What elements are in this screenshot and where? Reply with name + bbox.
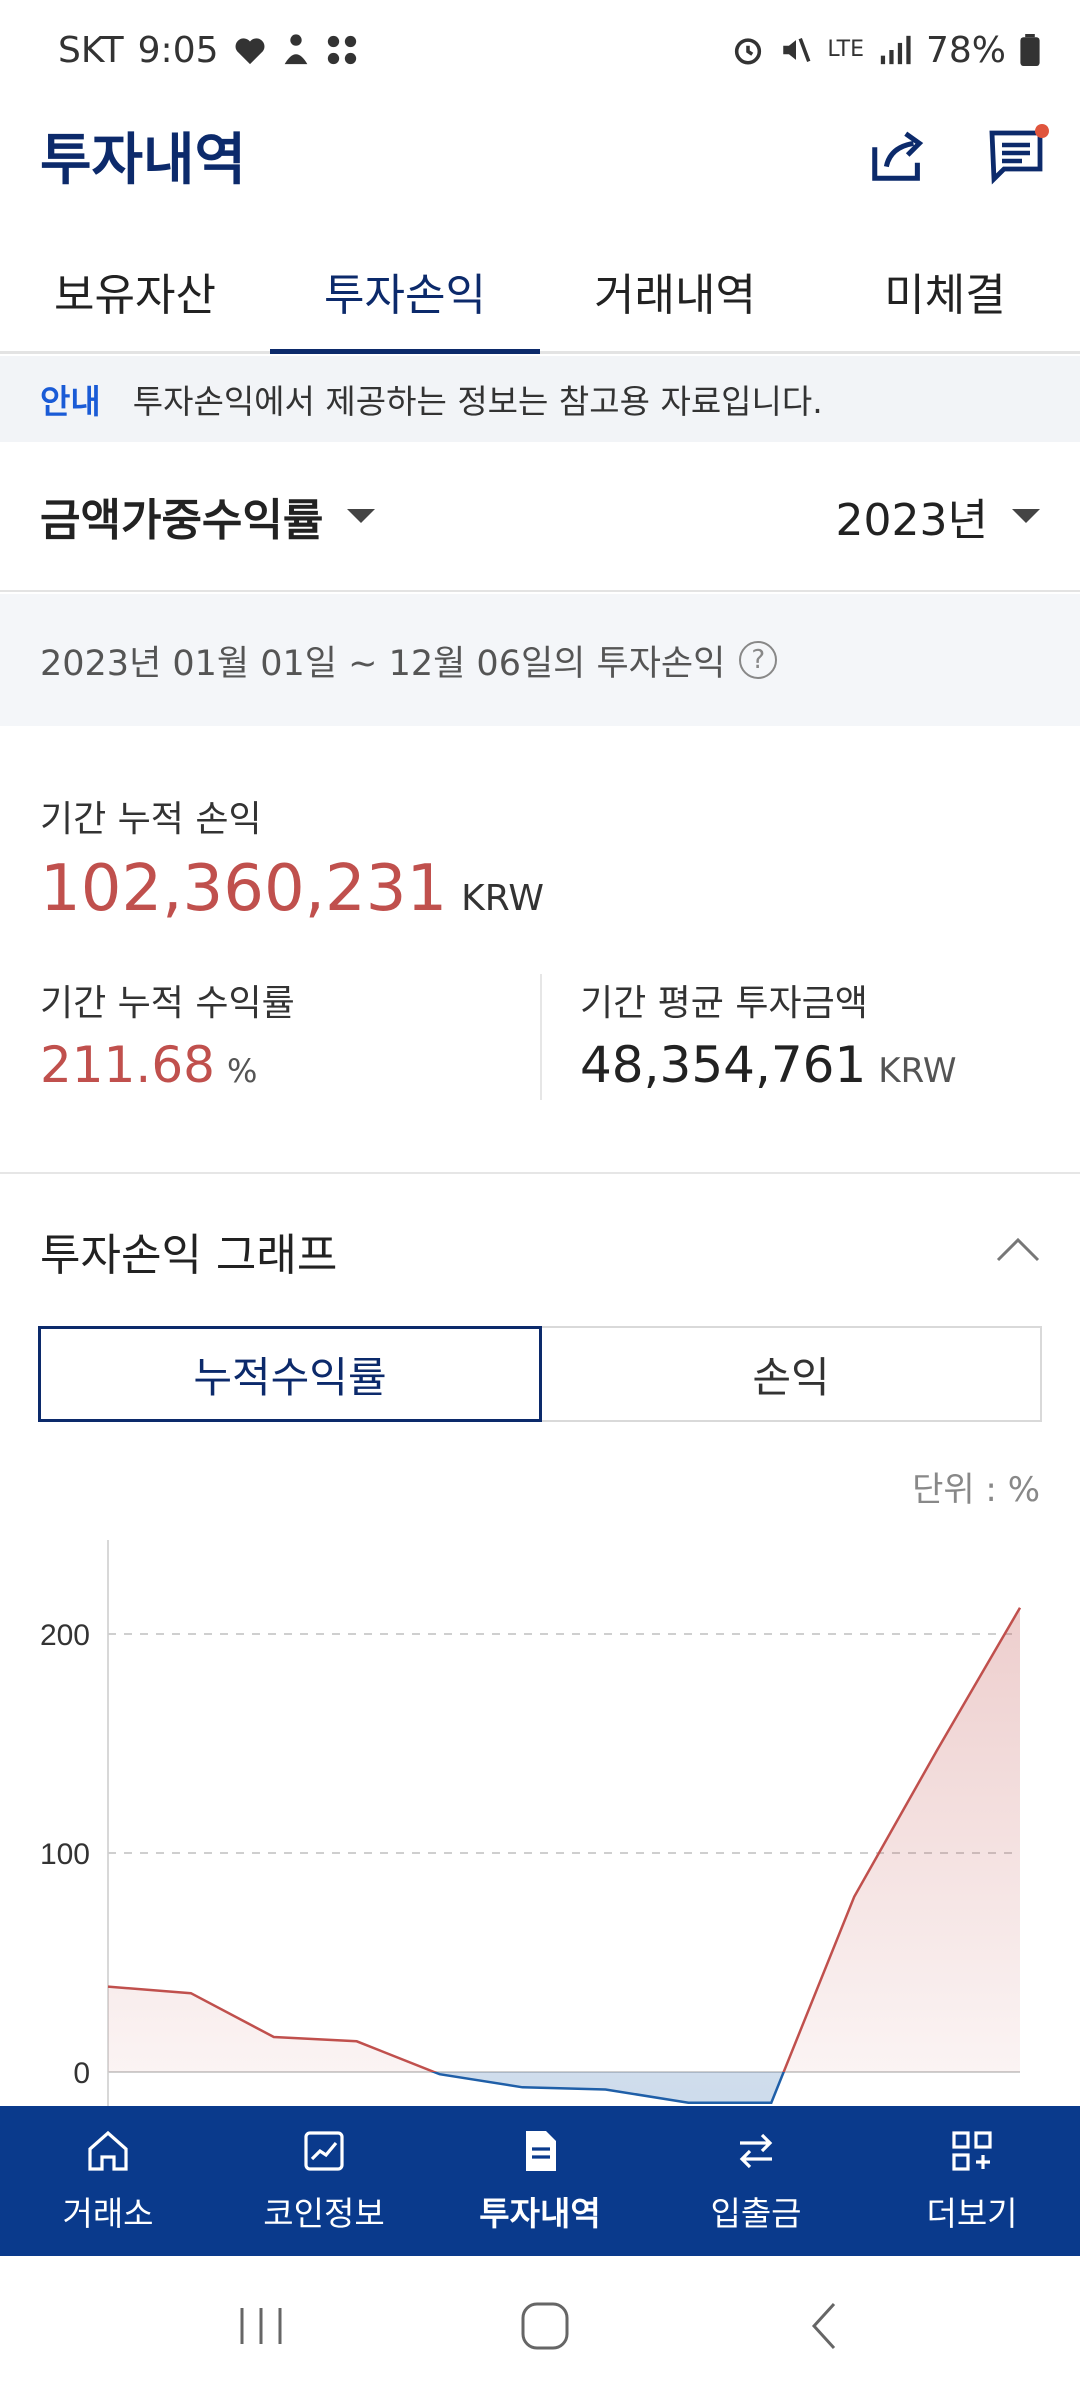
transfer-icon [739, 2133, 773, 2169]
carrier-label: SKT [58, 29, 124, 71]
nav-deposit-withdraw[interactable]: 입출금 [648, 2106, 864, 2256]
notice-board-button[interactable] [986, 123, 1050, 187]
cumulative-pnl-unit: KRW [461, 878, 544, 919]
graph-header[interactable]: 투자손익 그래프 [0, 1176, 1080, 1326]
more-grid-icon [952, 2131, 992, 2171]
home-circle-icon [521, 2302, 569, 2350]
average-investment-unit: KRW [878, 1051, 957, 1091]
chevron-down-icon [347, 509, 376, 523]
cumulative-return-toggle[interactable]: 누적수익률 [38, 1326, 542, 1422]
filter-row: 금액가중수익률 2023년 [0, 442, 1080, 592]
help-icon[interactable]: ? [739, 641, 778, 679]
y-tick-label: 0 [73, 2057, 90, 2090]
unit-note: 단위 : % [912, 1470, 1040, 1510]
person-icon [281, 33, 311, 67]
nav-coin-info[interactable]: 코인정보 [216, 2106, 432, 2256]
chevron-down-icon [1012, 509, 1040, 523]
battery-icon [1020, 34, 1040, 66]
average-investment-value: 48,354,761 [580, 1036, 867, 1094]
period-text: 2023년 01월 01일 ~ 12월 06일의 투자손익 [40, 643, 726, 684]
nav-exchange-label: 거래소 [62, 2194, 154, 2233]
dots-icon [325, 33, 359, 67]
positive-area [108, 1607, 1020, 2072]
heart-icon [233, 34, 267, 66]
network-type: LTE [827, 37, 864, 62]
nav-deposit-withdraw-label: 입출금 [710, 2194, 802, 2233]
notice-label: 안내 [40, 382, 101, 421]
tab-bar: 보유자산 투자손익 거래내역 미체결 [0, 230, 1080, 354]
nav-exchange[interactable]: 거래소 [0, 2106, 216, 2256]
average-investment-label: 기간 평균 투자금액 [580, 983, 868, 1024]
clock: 9:05 [137, 29, 219, 71]
bottom-nav: 거래소 코인정보 투자내역 입출금 더보기 [0, 2106, 1080, 2256]
chart-svg: 0 100 200 [40, 1540, 1022, 2106]
graph-mode-toggle: 누적수익률 손익 [38, 1326, 1042, 1422]
home-icon [88, 2130, 128, 2171]
recent-apps-button[interactable] [236, 2304, 286, 2352]
info-notice: 안내 투자손익에서 제공하는 정보는 참고용 자료입니다. [0, 356, 1080, 442]
signal-icon [878, 35, 912, 65]
battery-percent: 78% [925, 29, 1006, 71]
average-investment: 기간 평균 투자금액 48,354,761 KRW [580, 974, 956, 1094]
home-button[interactable] [519, 2300, 571, 2356]
return-metric-label: 금액가중수익률 [40, 495, 324, 546]
cumulative-rate-label: 기간 누적 수익률 [40, 983, 295, 1024]
cumulative-pnl: 102,360,231 KRW [40, 852, 544, 926]
app-bar: 투자내역 [0, 100, 1080, 210]
mute-icon [779, 33, 813, 67]
cumulative-rate-unit: % [226, 1052, 258, 1090]
period-banner: 2023년 01월 01일 ~ 12월 06일의 투자손익 ? [0, 594, 1080, 726]
year-dropdown[interactable]: 2023년 [836, 484, 1040, 548]
share-icon [872, 131, 924, 181]
y-tick-label: 200 [40, 1619, 90, 1652]
nav-more-label: 더보기 [926, 2194, 1018, 2233]
tab-investment-pnl[interactable]: 투자손익 [270, 230, 540, 354]
status-bar: SKT 9:05 LTE 78% [0, 0, 1080, 100]
tab-open-orders[interactable]: 미체결 [810, 230, 1080, 351]
tab-holdings[interactable]: 보유자산 [0, 230, 270, 351]
notice-text: 투자손익에서 제공하는 정보는 참고용 자료입니다. [132, 382, 823, 421]
share-button[interactable] [866, 123, 930, 187]
nav-coin-info-label: 코인정보 [263, 2194, 385, 2233]
year-label: 2023년 [835, 495, 988, 546]
return-metric-dropdown[interactable]: 금액가중수익률 [40, 484, 376, 548]
tab-transaction-history[interactable]: 거래내역 [540, 230, 810, 351]
cumulative-pnl-label: 기간 누적 손익 [40, 799, 262, 840]
back-icon [811, 2302, 835, 2350]
divider [540, 974, 542, 1100]
page-title: 투자내역 [40, 127, 247, 193]
recent-apps-icon [240, 2308, 282, 2344]
y-tick-label: 100 [40, 1838, 90, 1871]
chevron-up-icon[interactable] [996, 1236, 1040, 1266]
cumulative-pnl-value: 102,360,231 [40, 852, 448, 926]
nav-more[interactable]: 더보기 [864, 2106, 1080, 2256]
cumulative-return-chart[interactable]: 0 100 200 [0, 1540, 1080, 2106]
chart-icon [304, 2131, 344, 2171]
cumulative-rate-value: 211.68 [40, 1036, 215, 1094]
pnl-summary: 기간 누적 손익 102,360,231 KRW 기간 누적 수익률 211.6… [0, 726, 1080, 1174]
cumulative-rate: 기간 누적 수익률 211.68 % [40, 974, 295, 1094]
graph-title: 투자손익 그래프 [40, 1230, 338, 1281]
nav-investment-history[interactable]: 투자내역 [432, 2106, 648, 2256]
pnl-toggle[interactable]: 손익 [542, 1326, 1042, 1422]
document-icon [526, 2131, 556, 2171]
nav-investment-history-label: 투자내역 [479, 2194, 601, 2233]
chat-list-icon [989, 124, 1049, 185]
back-button[interactable] [804, 2300, 844, 2356]
system-nav-bar [0, 2256, 1080, 2400]
alarm-icon [731, 33, 765, 67]
